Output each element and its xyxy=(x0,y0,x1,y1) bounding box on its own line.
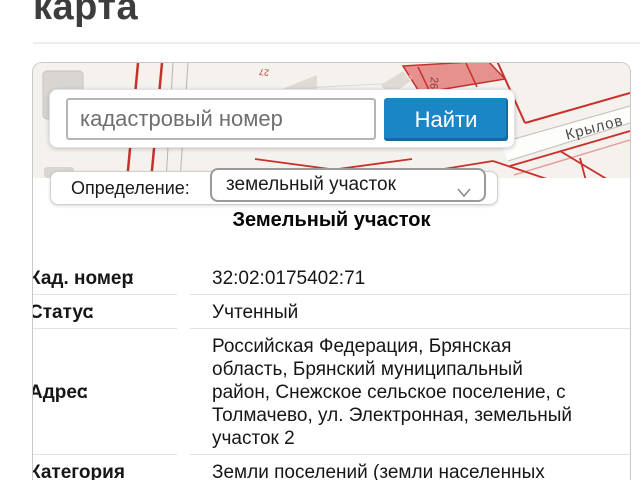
definition-select[interactable]: земельный участок xyxy=(210,168,486,202)
cadastral-widget: 26 2 27 Крылов кадастровый номер Найти О… xyxy=(32,62,631,480)
parcel-details: Земельный участок Кад. номер: 32:02:0175… xyxy=(33,208,630,480)
details-heading: Земельный участок xyxy=(232,209,431,231)
row-value: 32:02:0175402:71 xyxy=(190,261,630,295)
row-label: Категория xyxy=(32,462,125,480)
page: карта 26 2 27 Крылов кадастровый номер Н… xyxy=(0,0,640,480)
title-divider xyxy=(33,42,640,44)
row-label: Кад. номер xyxy=(32,268,134,289)
definition-select-value: земельный участок xyxy=(226,174,396,195)
row-label: Статус xyxy=(32,302,94,323)
row-value: Земли поселений (земли населенных xyxy=(190,455,630,480)
search-button[interactable]: Найти xyxy=(384,98,508,141)
table-row-status: Статус: Учтенный xyxy=(33,295,630,329)
page-title: карта xyxy=(33,0,139,28)
row-value: Учтенный xyxy=(190,295,630,329)
details-table: Кад. номер: 32:02:0175402:71 Статус: Учт… xyxy=(33,261,630,480)
chevron-down-icon xyxy=(456,179,472,198)
table-row-category: Категория Земли поселений (земли населен… xyxy=(33,455,630,480)
table-row-address: Адрес: Российская Федерация, Брянская об… xyxy=(33,329,630,455)
row-label: Адрес xyxy=(32,382,88,403)
search-input[interactable] xyxy=(66,98,376,140)
definition-label: Определение: xyxy=(71,178,190,198)
search-bar: Найти xyxy=(49,89,515,148)
table-row-kad-nomer: Кад. номер: 32:02:0175402:71 xyxy=(33,261,630,295)
parcel-number-label: 27 xyxy=(259,67,270,78)
parcel-number-label: 26 xyxy=(427,76,440,89)
row-value: Российская Федерация, Брянская область, … xyxy=(190,329,630,455)
